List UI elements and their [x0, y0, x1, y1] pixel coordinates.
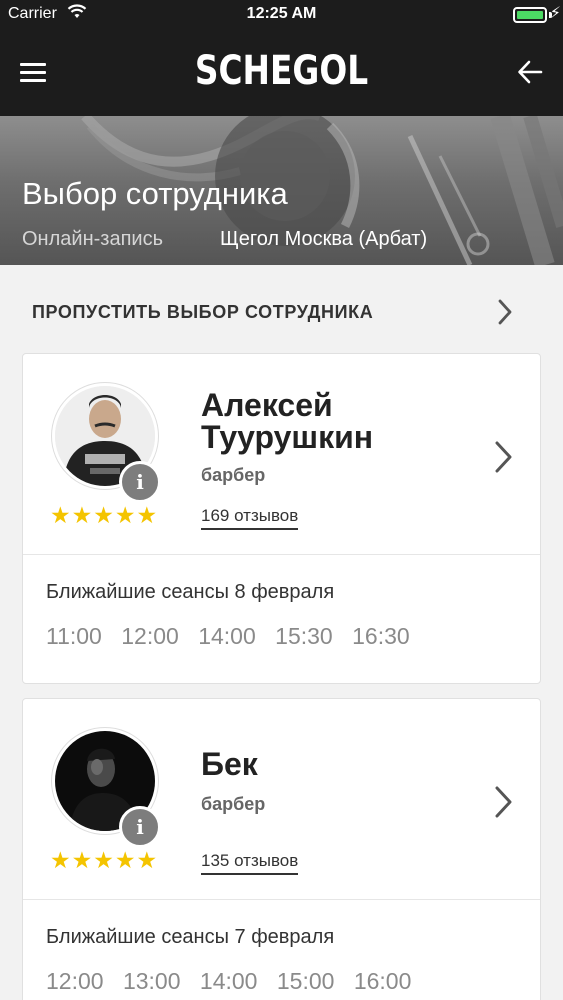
chevron-right-icon — [495, 786, 512, 818]
skip-staff-selection-button[interactable]: ПРОПУСТИТЬ ВЫБОР СОТРУДНИКА — [0, 265, 563, 350]
sessions-title: Ближайшие сеансы 7 февраля — [46, 926, 335, 948]
staff-role: барбер — [201, 794, 266, 814]
chevron-right-icon — [495, 441, 512, 473]
page-title: Выбор сотрудника — [22, 176, 288, 211]
staff-role: барбер — [201, 465, 266, 485]
avatar: i — [52, 383, 161, 503]
time-slot[interactable]: 15:00 — [277, 968, 335, 995]
time-slot[interactable]: 13:00 — [123, 968, 181, 995]
avatar: i — [52, 728, 161, 848]
time-slot[interactable]: 15:30 — [275, 623, 333, 650]
skip-staff-selection-label: ПРОПУСТИТЬ ВЫБОР СОТРУДНИКА — [32, 302, 374, 322]
time-slot[interactable]: 11:00 — [46, 623, 102, 650]
time-slot[interactable]: 16:00 — [354, 968, 412, 995]
booking-mode-label: Онлайн-запись — [22, 228, 163, 250]
staff-card-header[interactable]: i ★★★★★ Алексей Туурушкин барбер 169 отз… — [23, 354, 540, 555]
time-slots: 12:00 13:00 14:00 15:00 16:00 — [46, 968, 424, 995]
staff-name-last: Туурушкин — [201, 419, 374, 455]
time-slot[interactable]: 16:30 — [352, 623, 410, 650]
time-slot[interactable]: 12:00 — [46, 968, 104, 995]
nav-bar: SCHEGOL — [0, 30, 563, 116]
charging-icon: ⚡ — [549, 5, 561, 22]
rating-stars: ★★★★★ — [50, 847, 159, 873]
time-slot[interactable]: 12:00 — [121, 623, 179, 650]
staff-card: i ★★★★★ Бек барбер 135 отзывов Ближайшие… — [22, 698, 541, 1000]
staff-card: i ★★★★★ Алексей Туурушкин барбер 169 отз… — [22, 353, 541, 684]
staff-name-first: Бек — [201, 746, 258, 782]
hero-banner: Выбор сотрудника Онлайн-запись Щегол Мос… — [0, 116, 563, 265]
staff-name-first: Алексей — [201, 387, 333, 423]
status-bar: Carrier 12:25 AM ⚡ — [0, 0, 563, 30]
brand-logo: SCHEGOL — [194, 48, 369, 94]
sessions-section: Ближайшие сеансы 7 февраля 12:00 13:00 1… — [23, 900, 540, 1000]
battery-icon — [513, 7, 547, 23]
staff-card-header[interactable]: i ★★★★★ Бек барбер 135 отзывов — [23, 699, 540, 900]
reviews-link[interactable]: 169 отзывов — [201, 506, 299, 530]
staff-info-button[interactable]: i — [119, 461, 161, 503]
sessions-section: Ближайшие сеансы 8 февраля 11:00 12:00 1… — [23, 555, 540, 683]
hamburger-menu-icon[interactable] — [20, 63, 46, 83]
time-slots: 11:00 12:00 14:00 15:30 16:30 — [46, 623, 423, 650]
clock: 12:25 AM — [246, 5, 317, 22]
staff-info-button[interactable]: i — [119, 806, 161, 848]
time-slot[interactable]: 14:00 — [200, 968, 258, 995]
reviews-link[interactable]: 135 отзывов — [201, 851, 299, 875]
sessions-title: Ближайшие сеансы 8 февраля — [46, 581, 335, 603]
arrow-left-icon[interactable] — [517, 59, 543, 85]
chevron-right-icon — [498, 299, 512, 325]
rating-stars: ★★★★★ — [50, 502, 159, 528]
time-slot[interactable]: 14:00 — [198, 623, 256, 650]
branch-name: Щегол Москва (Арбат) — [220, 228, 428, 250]
